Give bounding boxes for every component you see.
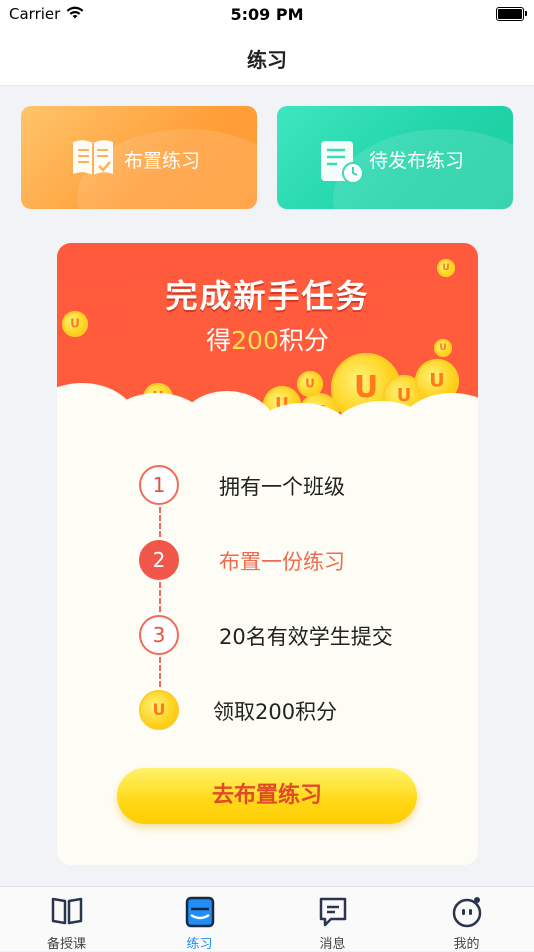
battery-icon [496,7,527,21]
subtitle-points: 200 [231,326,279,355]
tab-messages[interactable]: 消息 [266,887,399,952]
step-text: 拥有一个班级 [219,475,345,499]
step-text: 布置一份练习 [219,550,345,574]
practice-book-icon [184,895,216,933]
reward-text: 领取200积分 [213,700,338,724]
task-subtitle: 得200积分 [57,321,478,357]
go-assign-practice-button[interactable]: 去布置练习 [117,768,417,824]
message-icon [317,895,349,933]
assign-practice-button[interactable]: 布置练习 [21,106,257,209]
subtitle-suffix: 积分 [278,326,329,355]
tab-profile[interactable]: 我的 [400,887,533,952]
tab-bar: 备授课 练习 消息 我的 [0,886,534,952]
step-number: 2 [139,540,179,580]
document-clock-icon [319,139,365,189]
step-number: 3 [139,615,179,655]
coin-icon: U [437,259,455,277]
step-number: 1 [139,465,179,505]
step-text: 20名有效学生提交 [219,625,393,649]
open-book-icon [50,895,84,931]
task-step-reward: U 领取200积分 [57,688,478,732]
newbie-task-card: 完成新手任务 得200积分 U U U U U U U U U U 1 拥有一个… [57,243,478,865]
status-bar: Carrier 5:09 PM [0,0,534,30]
subtitle-prefix: 得 [206,326,232,355]
task-step: 3 20名有效学生提交 [57,613,478,657]
task-step: 1 拥有一个班级 [57,463,478,507]
assign-practice-label: 布置练习 [124,150,201,172]
tab-label: 备授课 [46,937,86,952]
coin-icon: U [62,311,88,337]
pending-practice-label: 待发布练习 [369,150,465,172]
task-title: 完成新手任务 [165,277,370,315]
task-step: 2 布置一份练习 [57,538,478,582]
coin-icon: U [139,690,179,730]
page-title: 练习 [247,48,287,72]
tab-label: 练习 [186,937,213,952]
status-time: 5:09 PM [230,5,304,24]
pending-practice-button[interactable]: 待发布练习 [277,106,513,209]
tab-lesson-prep[interactable]: 备授课 [0,887,133,952]
profile-face-icon [450,895,484,933]
navigation-bar: 练习 [0,30,534,86]
tab-practice[interactable]: 练习 [133,887,266,952]
task-banner: 完成新手任务 得200积分 U U U U U U U U U U [57,243,478,483]
coin-icon: U [434,339,452,357]
tab-label: 消息 [319,937,346,952]
book-icon [69,136,117,186]
tab-label: 我的 [453,937,480,952]
